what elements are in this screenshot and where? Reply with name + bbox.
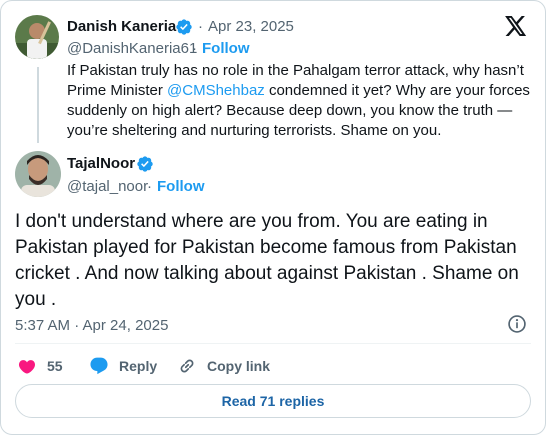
thread-connector [37, 67, 39, 143]
like-count: 55 [47, 358, 63, 374]
info-icon[interactable] [507, 314, 527, 339]
danish-date[interactable]: Apr 23, 2025 [208, 18, 294, 35]
tweet-card: Danish Kaneria · Apr 23, 2025 @DanishKan… [0, 0, 546, 435]
reply-tweet-text: I don't understand where are you from. Y… [15, 211, 519, 310]
copy-link-button[interactable]: Copy link [177, 356, 270, 376]
heart-icon [18, 360, 36, 374]
reply-bubble-icon [90, 357, 108, 375]
separator-dot: · [192, 40, 197, 57]
mention-link[interactable]: @CMShehbaz [167, 82, 265, 99]
danish-avatar[interactable] [15, 15, 59, 59]
copy-link-label: Copy link [207, 358, 271, 374]
danish-name[interactable]: Danish Kaneria [67, 18, 176, 35]
link-icon [180, 359, 194, 373]
danish-handle[interactable]: @DanishKaneria61 [67, 40, 197, 57]
tajal-name[interactable]: TajalNoor [67, 155, 135, 172]
follow-danish-button[interactable]: Follow [202, 40, 250, 57]
tajal-avatar[interactable] [15, 151, 61, 197]
tajal-handle[interactable]: @tajal_noor [67, 178, 148, 195]
read-replies-button[interactable]: Read 71 replies [15, 384, 531, 418]
tweet-timestamp[interactable]: 5:37 AM · Apr 24, 2025 [15, 317, 168, 334]
divider [15, 343, 531, 344]
separator-dot: · [147, 178, 152, 195]
reply-label: Reply [119, 358, 158, 374]
like-button[interactable]: 55 [17, 356, 63, 376]
verified-badge-icon [136, 155, 154, 178]
x-logo-icon[interactable] [505, 16, 527, 41]
follow-tajal-button[interactable]: Follow [157, 178, 205, 195]
separator-dot: · [198, 18, 203, 35]
quoted-tweet-text: If Pakistan truly has no role in the Pah… [67, 62, 530, 139]
verified-badge-icon [175, 18, 193, 41]
reply-button[interactable]: Reply [89, 356, 157, 376]
